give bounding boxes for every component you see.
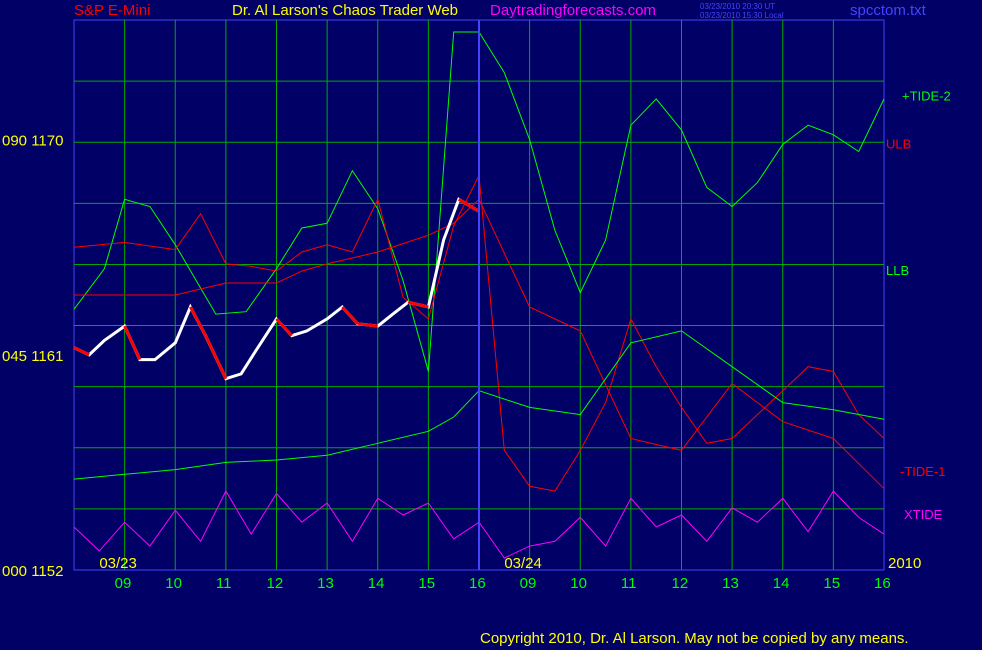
copyright: Copyright 2010, Dr. Al Larson. May not b…	[480, 630, 909, 647]
x-tick-label: 09	[115, 575, 132, 592]
series-label: +TIDE-2	[902, 89, 951, 104]
price-down-segment	[123, 325, 142, 361]
y-tick-label: 090 1170	[2, 133, 63, 150]
date-label: 03/24	[504, 555, 542, 572]
x-tick-label: 16	[874, 575, 891, 592]
x-tick-label: 14	[773, 575, 790, 592]
x-tick-label: 10	[570, 575, 587, 592]
x-tick-label: 14	[368, 575, 385, 592]
x-tick-label: 10	[165, 575, 182, 592]
x-tick-label: 12	[672, 575, 689, 592]
series-label: ULB	[886, 136, 911, 151]
site-link[interactable]: Daytradingforecasts.com	[490, 2, 656, 19]
y-tick-label: 000 1152	[2, 563, 63, 580]
x-tick-label: 15	[823, 575, 840, 592]
series-label: -TIDE-1	[900, 464, 946, 479]
file-name: spcctom.txt	[850, 2, 926, 19]
x-tick-label: 11	[621, 575, 637, 592]
instrument-title: S&P E-Mini	[74, 2, 151, 19]
x-tick-label: 12	[267, 575, 284, 592]
chart-title: Dr. Al Larson's Chaos Trader Web	[232, 2, 459, 19]
price-down-segment	[73, 346, 90, 357]
date-label: 2010	[888, 555, 921, 572]
x-tick-label: 09	[520, 575, 537, 592]
x-tick-label: 13	[317, 575, 334, 592]
x-tick-label: 16	[469, 575, 486, 592]
x-tick-label: 11	[216, 575, 232, 592]
price-down-segment	[189, 306, 207, 337]
price-down-segment	[275, 317, 293, 337]
x-tick-label: 13	[722, 575, 739, 592]
axis-labels: 090 1170 045 1161 000 1152 09 10 11 12 13 14 15 16…	[2, 89, 951, 592]
price-down-segment	[204, 335, 228, 380]
timestamp-local: 03/23/2010 15:30 Local	[700, 11, 784, 20]
x-tick-label: 15	[418, 575, 435, 592]
price-down-segment	[341, 305, 359, 325]
y-tick-label: 045 1161	[2, 348, 63, 365]
series-label: LLB	[886, 263, 909, 278]
chart-svg: 090 1170 045 1161 000 1152 09 10 11 12 13 14 15 16…	[2, 19, 951, 592]
date-label: 03/23	[99, 555, 137, 572]
timestamp-ut: 03/23/2010 20:30 UT	[700, 2, 776, 11]
series-label: XTIDE	[904, 507, 943, 522]
